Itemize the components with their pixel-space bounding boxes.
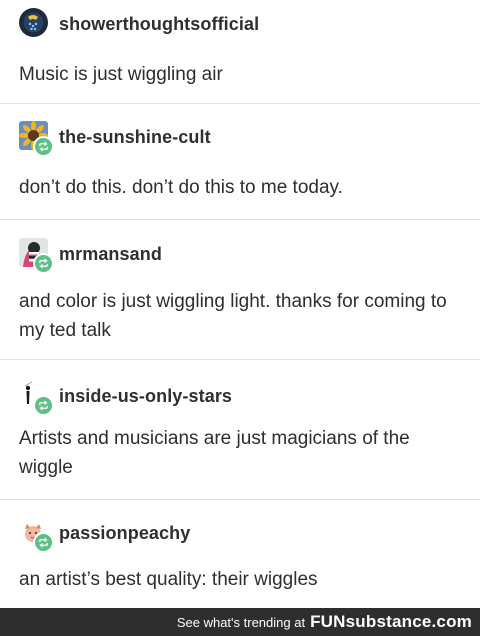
post-text: an artist’s best quality: their wiggles <box>19 569 318 590</box>
avatar[interactable] <box>19 517 54 553</box>
funsubstance-logo[interactable]: FUNsubstance.com <box>310 612 472 632</box>
shower-avatar-icon <box>19 8 48 37</box>
post-header: inside-us-only-stars <box>19 380 468 416</box>
post-1: showerthoughtsofficial Music is just wig… <box>0 0 480 103</box>
post-text: don’t do this. don’t do this to me today… <box>19 177 343 198</box>
avatar[interactable] <box>19 238 54 274</box>
post-text: and color is just wiggling light. thanks… <box>19 291 447 341</box>
brand-fun: FUN <box>310 612 346 631</box>
brand-sub: substance.com <box>345 612 472 631</box>
post-header: mrmansand <box>19 238 468 274</box>
reblog-icon <box>33 532 54 553</box>
reblog-icon <box>33 395 54 416</box>
reblog-icon <box>33 253 54 274</box>
post-header: passionpeachy <box>19 517 468 553</box>
username[interactable]: passionpeachy <box>59 523 190 544</box>
username[interactable]: mrmansand <box>59 244 162 265</box>
avatar[interactable] <box>19 121 54 157</box>
post-text: Music is just wiggling air <box>19 64 223 85</box>
funsubstance-footer[interactable]: See what's trending at FUNsubstance.com <box>0 608 480 636</box>
post-2: the-sunshine-cult don’t do this. don’t d… <box>0 103 480 219</box>
username[interactable]: inside-us-only-stars <box>59 386 232 407</box>
post-header: showerthoughtsofficial <box>19 8 468 40</box>
avatar[interactable] <box>19 380 54 416</box>
post-text: Artists and musicians are just magicians… <box>19 428 410 478</box>
post-3: mrmansand and color is just wiggling lig… <box>0 219 480 359</box>
username[interactable]: the-sunshine-cult <box>59 127 211 148</box>
post-header: the-sunshine-cult <box>19 121 468 157</box>
tumblr-thread: showerthoughtsofficial Music is just wig… <box>0 0 480 635</box>
post-4: inside-us-only-stars Artists and musicia… <box>0 359 480 499</box>
reblog-icon <box>33 136 54 157</box>
avatar[interactable] <box>19 8 51 40</box>
footer-text: See what's trending at <box>176 614 306 630</box>
username[interactable]: showerthoughtsofficial <box>59 14 259 35</box>
